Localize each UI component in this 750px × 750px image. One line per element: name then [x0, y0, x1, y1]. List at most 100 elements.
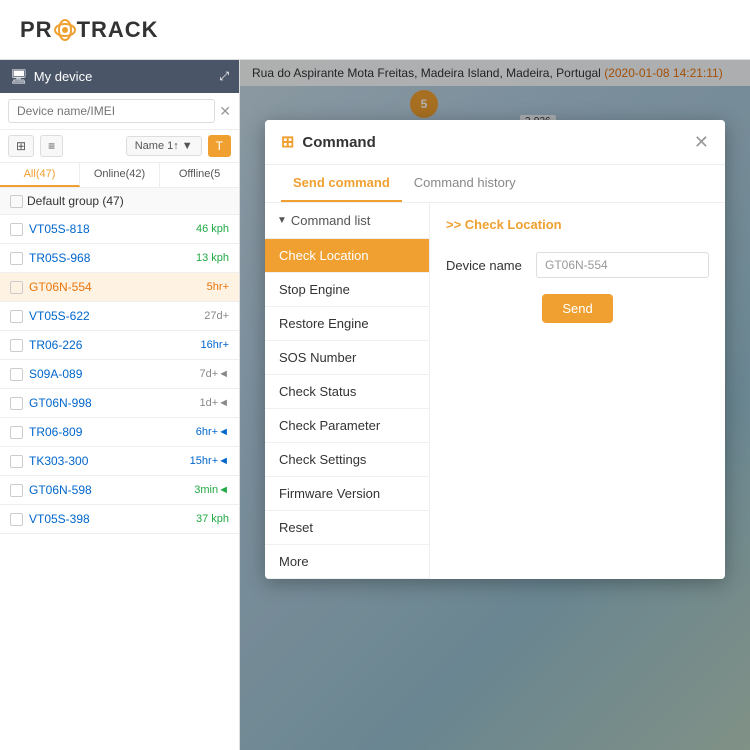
- device-name: TK303-300: [29, 454, 184, 468]
- logo-icon: [54, 19, 76, 41]
- check-location-link[interactable]: >> Check Location: [446, 217, 709, 232]
- command-item[interactable]: SOS Number: [265, 341, 429, 375]
- list-item[interactable]: GT06N-998 1d+◄: [0, 389, 239, 418]
- sort-icon: ▼: [182, 140, 193, 152]
- command-item[interactable]: Check Parameter: [265, 409, 429, 443]
- device-name: TR06-809: [29, 425, 190, 439]
- list-item[interactable]: GT06N-554 5hr+: [0, 273, 239, 302]
- device-status: 27d+: [204, 310, 229, 322]
- command-list-label: Command list: [291, 213, 370, 228]
- command-item[interactable]: Stop Engine: [265, 273, 429, 307]
- device-name-input[interactable]: [536, 252, 709, 278]
- toolbar: ⊞ ≡ Name 1↑ ▼ T: [0, 130, 239, 163]
- device-status: 7d+◄: [199, 368, 229, 380]
- list-item[interactable]: GT06N-598 3min◄: [0, 476, 239, 505]
- command-item[interactable]: Reset: [265, 511, 429, 545]
- device-name-label: Device name: [446, 258, 526, 273]
- device-name: VT05S-398: [29, 512, 190, 526]
- list-item[interactable]: TR06-226 16hr+: [0, 331, 239, 360]
- sidebar-header-left: 🖥 My device: [10, 68, 92, 85]
- tab-all[interactable]: All(47): [0, 163, 80, 187]
- device-status: 46 kph: [196, 223, 229, 235]
- main-area: 🖥 My device ⤢ ✕ ⊞ ≡ Name 1↑ ▼ T All(47) …: [0, 60, 750, 750]
- device-status: 13 kph: [196, 252, 229, 264]
- list-view-button[interactable]: ≡: [40, 135, 63, 157]
- dialog-body: ▼ Command list Check Location Stop Engin…: [265, 203, 725, 579]
- command-item[interactable]: Check Location: [265, 239, 429, 273]
- list-item[interactable]: TR05S-968 13 kph: [0, 244, 239, 273]
- device-status: 15hr+◄: [190, 455, 229, 467]
- device-name: TR06-226: [29, 338, 195, 352]
- list-item[interactable]: VT05S-398 37 kph: [0, 505, 239, 534]
- device-icon: 🖥: [10, 68, 28, 85]
- check-location-text: >> Check Location: [446, 217, 562, 232]
- tab-offline[interactable]: Offline(5: [160, 163, 239, 187]
- send-button[interactable]: Send: [542, 294, 612, 323]
- device-checkbox[interactable]: [10, 368, 23, 381]
- device-checkbox[interactable]: [10, 339, 23, 352]
- device-group: Default group (47): [0, 188, 239, 215]
- device-name: VT05S-818: [29, 222, 190, 236]
- device-checkbox[interactable]: [10, 252, 23, 265]
- header: PR TRACK: [0, 0, 750, 60]
- device-status: 37 kph: [196, 513, 229, 525]
- logo: PR TRACK: [20, 17, 159, 43]
- expand-icon[interactable]: ⤢: [219, 69, 229, 84]
- device-status: 5hr+: [207, 281, 229, 293]
- list-item[interactable]: S09A-089 7d+◄: [0, 360, 239, 389]
- sidebar-title: My device: [34, 69, 93, 84]
- dialog-close-button[interactable]: ✕: [694, 133, 709, 151]
- search-clear-icon[interactable]: ✕: [219, 103, 231, 120]
- device-checkbox[interactable]: [10, 484, 23, 497]
- device-checkbox[interactable]: [10, 426, 23, 439]
- device-name: VT05S-622: [29, 309, 198, 323]
- device-checkbox[interactable]: [10, 310, 23, 323]
- list-item[interactable]: TR06-809 6hr+◄: [0, 418, 239, 447]
- device-checkbox[interactable]: [10, 281, 23, 294]
- dialog-overlay: ⊞ Command ✕ Send command Command history…: [240, 60, 750, 750]
- command-dialog: ⊞ Command ✕ Send command Command history…: [265, 120, 725, 579]
- device-name: GT06N-554: [29, 280, 201, 294]
- tab-online[interactable]: Online(42): [80, 163, 160, 187]
- device-name: GT06N-998: [29, 396, 193, 410]
- command-item[interactable]: Check Settings: [265, 443, 429, 477]
- sort-button[interactable]: Name 1↑ ▼: [126, 136, 202, 156]
- device-status: 1d+◄: [199, 397, 229, 409]
- search-input[interactable]: [8, 99, 215, 123]
- device-status: 3min◄: [194, 484, 229, 496]
- logo-post: TRACK: [77, 17, 159, 42]
- command-item[interactable]: Firmware Version: [265, 477, 429, 511]
- logo-pre: PR: [20, 17, 53, 42]
- tab-command-history[interactable]: Command history: [402, 165, 528, 202]
- dialog-tabs: Send command Command history: [265, 165, 725, 203]
- sidebar: 🖥 My device ⤢ ✕ ⊞ ≡ Name 1↑ ▼ T All(47) …: [0, 60, 240, 750]
- device-list: Default group (47) VT05S-818 46 kph TR05…: [0, 188, 239, 750]
- chevron-down-icon: ▼: [277, 215, 287, 226]
- dialog-header: ⊞ Command ✕: [265, 120, 725, 165]
- command-list-header: ▼ Command list: [265, 203, 429, 239]
- grid-view-button[interactable]: ⊞: [8, 135, 34, 157]
- command-detail-panel: >> Check Location Device name Send: [430, 203, 725, 579]
- list-item[interactable]: VT05S-818 46 kph: [0, 215, 239, 244]
- dialog-title-text: Command: [302, 134, 375, 151]
- sort-label: Name 1↑: [135, 140, 179, 152]
- list-item[interactable]: VT05S-622 27d+: [0, 302, 239, 331]
- tab-send-command[interactable]: Send command: [281, 165, 402, 202]
- device-status: 6hr+◄: [196, 426, 229, 438]
- device-name: TR05S-968: [29, 251, 190, 265]
- command-item[interactable]: Restore Engine: [265, 307, 429, 341]
- dialog-title: ⊞ Command: [281, 132, 376, 152]
- command-item[interactable]: More: [265, 545, 429, 579]
- device-status: 16hr+: [201, 339, 229, 351]
- device-checkbox[interactable]: [10, 223, 23, 236]
- group-checkbox[interactable]: [10, 195, 23, 208]
- command-list-panel: ▼ Command list Check Location Stop Engin…: [265, 203, 430, 579]
- list-item[interactable]: TK303-300 15hr+◄: [0, 447, 239, 476]
- device-name-row: Device name: [446, 252, 709, 278]
- device-checkbox[interactable]: [10, 513, 23, 526]
- filter-button[interactable]: T: [208, 135, 231, 157]
- device-checkbox[interactable]: [10, 397, 23, 410]
- group-label: Default group (47): [27, 194, 124, 208]
- command-item[interactable]: Check Status: [265, 375, 429, 409]
- device-checkbox[interactable]: [10, 455, 23, 468]
